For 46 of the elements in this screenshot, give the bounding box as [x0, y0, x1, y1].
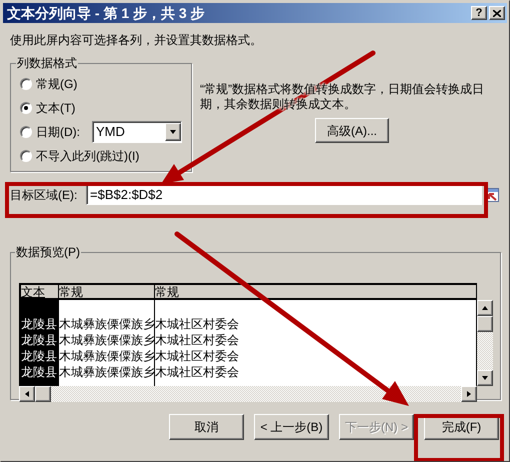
table-cell: 木城彝族傈僳族乡 — [59, 364, 154, 380]
destination-field[interactable]: =$B$2:$D$2 — [86, 184, 482, 205]
arrow-icon — [23, 390, 31, 398]
radio-button[interactable] — [20, 102, 32, 114]
radio-label: 文本(T) — [36, 100, 76, 117]
dialog-button[interactable]: 取消 — [169, 414, 244, 440]
radio-button[interactable] — [20, 126, 32, 138]
group-label: 列数据格式 — [16, 55, 78, 72]
table-cell-text: 木城社区村委会 — [155, 348, 240, 364]
radio-button[interactable] — [20, 150, 32, 162]
close-button[interactable] — [489, 6, 505, 20]
dropdown-button[interactable] — [165, 123, 181, 141]
group-label: 数据预览(P) — [15, 244, 81, 261]
scroll-button[interactable] — [19, 386, 35, 402]
scroll-button[interactable] — [461, 386, 477, 402]
caret-icon — [169, 128, 177, 136]
column-header[interactable]: 文本 — [21, 285, 59, 298]
table-cell: 龙陵县 — [21, 332, 58, 348]
help-button[interactable]: ? — [471, 6, 487, 20]
table-cell-text: 木城社区村委会 — [155, 364, 240, 380]
table-cell: 龙陵县 — [21, 316, 58, 332]
arrow-icon — [481, 304, 489, 312]
table-cell: 木城彝族傈僳族乡 — [59, 316, 154, 332]
table-cell: 木城彝族傈僳族乡 — [59, 348, 154, 364]
scroll-thumb[interactable] — [477, 316, 493, 332]
column-header[interactable]: 常规 — [59, 285, 155, 298]
advanced-button[interactable]: 高级(A)... — [315, 118, 389, 143]
scroll-button[interactable] — [477, 370, 493, 386]
destination-label: 目标区域(E): — [10, 186, 78, 204]
scroll-thumb[interactable] — [35, 386, 51, 402]
radio-label: 不导入此列(跳过)(I) — [36, 148, 140, 165]
scroll-button[interactable] — [477, 300, 493, 316]
table-cell: 龙陵县 — [21, 348, 58, 364]
date-order-dropdown[interactable]: YMD — [92, 121, 182, 143]
table-cell-text: 木城社区村委会 — [155, 316, 240, 332]
dialog-button[interactable]: < 上一步(B) — [254, 414, 329, 440]
table-cell: 木城彝族傈僳族乡 — [59, 332, 154, 348]
column-header[interactable]: 常规 — [155, 285, 477, 298]
radio-label: 日期(D): — [36, 124, 80, 141]
table-cell-text: 木城社区村委会 — [155, 332, 240, 348]
window-title: 文本分列向导 - 第 1 步，共 3 步 — [7, 4, 206, 22]
table-cell: 龙陵县 — [21, 364, 58, 380]
radio-label: 常规(G) — [36, 76, 78, 93]
radio-button[interactable] — [20, 78, 32, 90]
close-icon — [493, 10, 501, 16]
instruction-text: 使用此屏内容可选择各列，并设置其数据格式。 — [10, 32, 263, 47]
